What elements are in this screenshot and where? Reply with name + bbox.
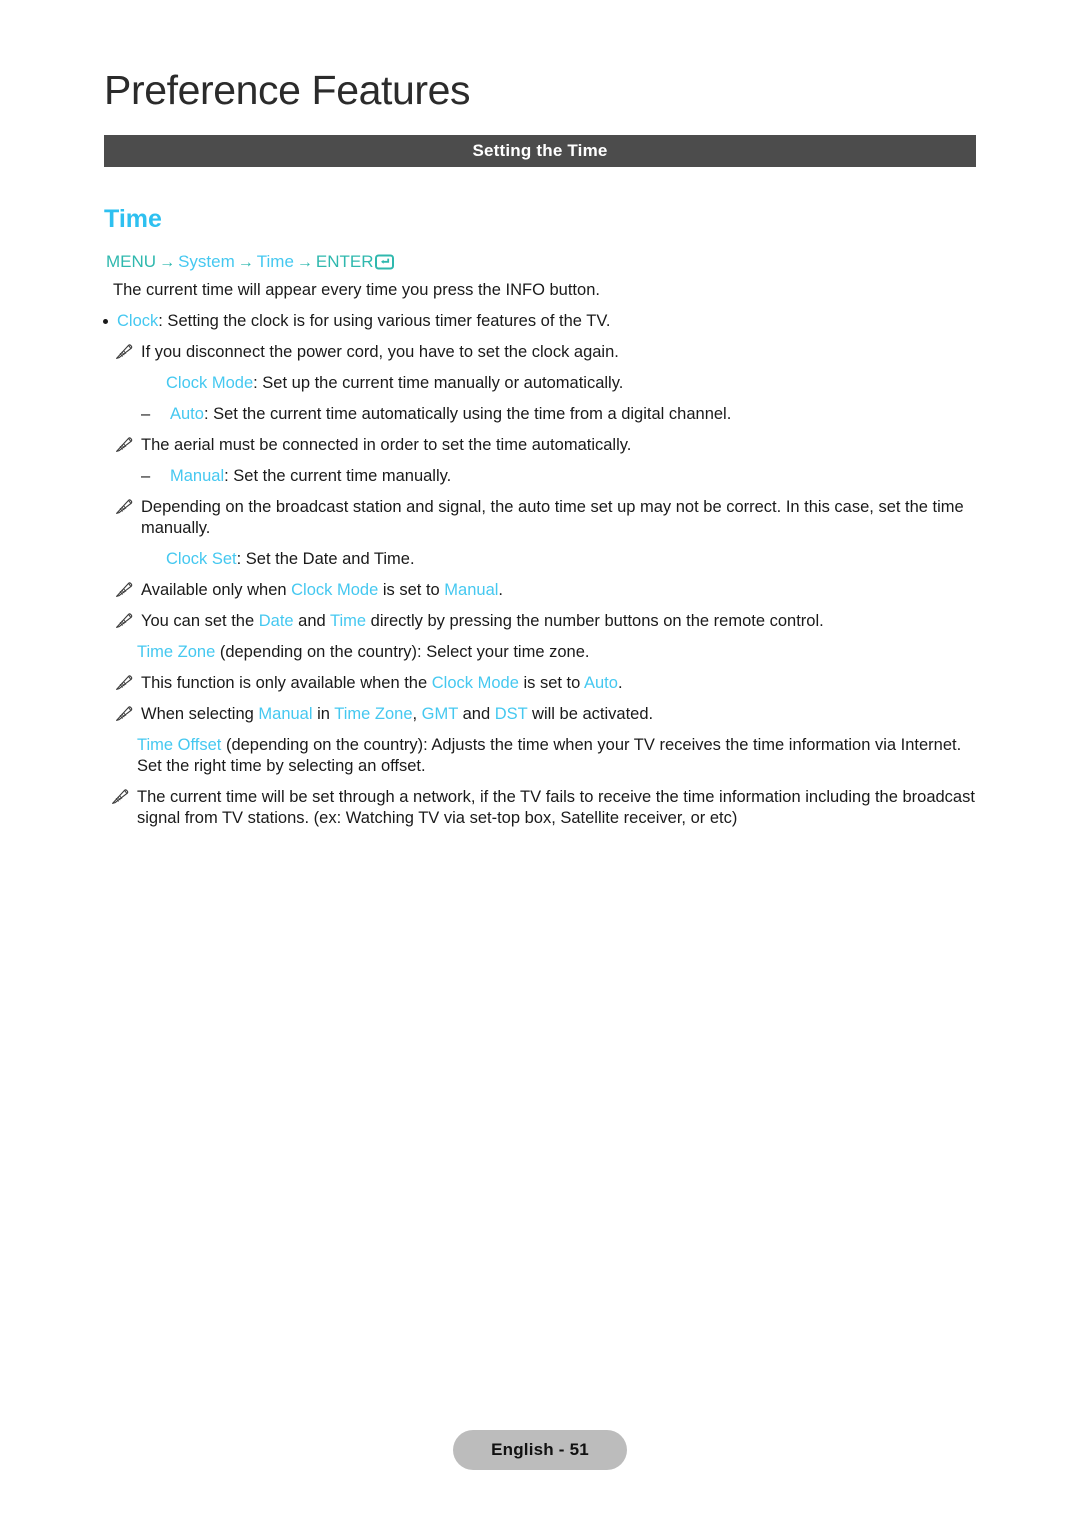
note-number-buttons: You can set the Date and Time directly b… (116, 611, 1080, 632)
arrow-icon-1: → (159, 254, 176, 271)
page-number-badge: English - 51 (453, 1430, 627, 1470)
clock-set-term: Clock Set (166, 550, 237, 568)
menu-path-enter: ENTER (315, 252, 374, 271)
manual-page: Preference Features Setting the Time Tim… (0, 0, 1080, 1519)
note-power-cord: If you disconnect the power cord, you ha… (116, 342, 1080, 363)
note-pencil-icon (115, 582, 135, 598)
note-function-term1: Clock Mode (431, 674, 519, 692)
menu-path-time: Time (256, 252, 294, 271)
dash-icon-auto: – (141, 405, 151, 423)
note-when-selecting: When selecting Manual in Time Zone, GMT … (116, 704, 1080, 725)
bullet-dot-icon (103, 319, 108, 324)
clock-set-desc: : Set the Date and Time. (236, 550, 415, 568)
intro-line: The current time will appear every time … (113, 281, 600, 299)
note-function-available: This function is only available when the… (116, 673, 1080, 694)
body-content: The current time will appear every time … (0, 280, 1080, 839)
note-selecting-term1: Manual (258, 705, 313, 723)
note-network: The current time will be set through a n… (112, 787, 1080, 829)
note-selecting-term4: DST (494, 705, 528, 723)
note-network-text: The current time will be set through a n… (137, 788, 975, 827)
note-available-mid: is set to (378, 581, 445, 599)
note-aerial: The aerial must be connected in order to… (116, 435, 1080, 456)
note-pencil-icon (115, 437, 135, 453)
time-offset-term: Time Offset (137, 736, 222, 754)
note-pencil-icon (111, 789, 131, 805)
menu-path-system: System (178, 252, 235, 271)
note-function-pre: This function is only available when the (141, 674, 432, 692)
clock-term: Clock (117, 312, 159, 330)
dash-icon-manual: – (141, 467, 151, 485)
arrow-icon-3: → (296, 254, 313, 271)
note-numbers-term1: Date (258, 612, 294, 630)
menu-path-menu: MENU (106, 252, 157, 271)
note-numbers-end: directly by pressing the number buttons … (366, 612, 824, 630)
note-selecting-term2: Time Zone (334, 705, 413, 723)
note-power-cord-text: If you disconnect the power cord, you ha… (141, 343, 619, 361)
enter-key-icon (374, 254, 394, 276)
clock-mode-term: Clock Mode (166, 374, 254, 392)
note-pencil-icon (115, 706, 135, 722)
note-pencil-icon (115, 344, 135, 360)
clock-desc: : Setting the clock is for using various… (158, 312, 611, 330)
manual-term: Manual (170, 467, 225, 485)
note-selecting-mid2: , (412, 705, 422, 723)
note-aerial-text: The aerial must be connected in order to… (141, 436, 632, 454)
menu-path: MENU → System → Time → ENTER (106, 251, 394, 276)
auto-term: Auto (170, 405, 204, 423)
clock-set-item: Clock Set: Set the Date and Time. (166, 549, 1080, 570)
note-selecting-mid3: and (458, 705, 495, 723)
clock-mode-desc: : Set up the current time manually or au… (253, 374, 624, 392)
note-pencil-icon (115, 675, 135, 691)
note-selecting-mid1: in (312, 705, 335, 723)
time-zone-item: Time Zone (depending on the country): Se… (137, 642, 1080, 663)
note-numbers-term2: Time (330, 612, 367, 630)
time-offset-item: Time Offset (depending on the country): … (137, 735, 1080, 777)
note-selecting-end: will be activated. (527, 705, 654, 723)
manual-desc: : Set the current time manually. (224, 467, 452, 485)
arrow-icon-2: → (237, 254, 254, 271)
note-function-term2: Auto (584, 674, 618, 692)
note-pencil-icon (115, 613, 135, 629)
clock-bullet: Clock: Setting the clock is for using va… (103, 311, 1080, 332)
section-heading: Time (104, 205, 162, 233)
note-available-pre: Available only when (141, 581, 292, 599)
note-function-mid: is set to (518, 674, 584, 692)
note-available-end: . (498, 581, 504, 599)
manual-item: – Manual: Set the current time manually. (141, 466, 1080, 487)
note-selecting-term3: GMT (421, 705, 459, 723)
note-selecting-pre: When selecting (141, 705, 259, 723)
note-available: Available only when Clock Mode is set to… (116, 580, 1080, 601)
time-offset-desc: (depending on the country): Adjusts the … (137, 736, 962, 775)
note-pencil-icon (115, 499, 135, 515)
note-function-end: . (617, 674, 623, 692)
section-banner: Setting the Time (104, 135, 976, 167)
note-depending-text: Depending on the broadcast station and s… (141, 498, 964, 537)
auto-item: – Auto: Set the current time automatical… (141, 404, 1080, 425)
clock-mode-item: Clock Mode: Set up the current time manu… (166, 373, 1080, 394)
auto-desc: : Set the current time automatically usi… (203, 405, 732, 423)
time-zone-term: Time Zone (137, 643, 216, 661)
note-numbers-mid: and (293, 612, 330, 630)
page-title: Preference Features (104, 67, 471, 113)
note-depending: Depending on the broadcast station and s… (116, 497, 1080, 539)
note-numbers-pre: You can set the (141, 612, 259, 630)
time-zone-desc: (depending on the country): Select your … (215, 643, 590, 661)
page-number-label: English - 51 (491, 1440, 589, 1459)
note-available-term2: Manual (444, 581, 499, 599)
note-available-term1: Clock Mode (291, 581, 379, 599)
section-banner-label: Setting the Time (472, 141, 608, 160)
